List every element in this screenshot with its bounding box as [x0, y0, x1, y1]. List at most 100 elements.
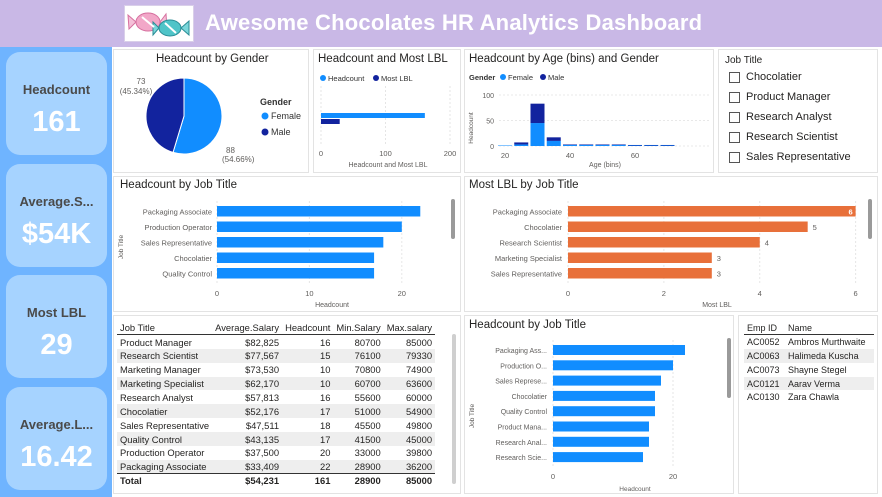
slicer-item-research-scientist[interactable]: Research Scientist — [729, 131, 838, 143]
lbl-headcount-chart[interactable]: Headcount Most LBL Headcount and Most LB… — [314, 50, 462, 174]
y-axis-title: Headcount — [468, 112, 475, 144]
x-tick-label: 0 — [566, 289, 570, 298]
y-tick-label: Product Mana... — [498, 425, 547, 432]
legend-title: Gender — [469, 73, 495, 82]
gender-chart-panel[interactable]: Headcount by Gender Gender Female Male 7… — [113, 49, 309, 173]
slicer-item-chocolatier[interactable]: Chocolatier — [729, 71, 802, 83]
lbl-job-chart-panel[interactable]: Most LBL by Job Title Most LBL 0 2 4 6 Packa… — [464, 176, 878, 312]
x-tick-label: 60 — [631, 151, 639, 160]
vertical-scrollbar[interactable] — [452, 334, 456, 484]
table-row[interactable]: AC0063 Halimeda Kuscha — [744, 348, 874, 363]
table-row[interactable]: Marketing Specialist $62,170 10 60700 63600 — [117, 376, 436, 391]
x-axis-title: Age (bins) — [589, 162, 621, 169]
table-cell: $73,530 — [245, 364, 280, 376]
age-chart-panel[interactable]: Headcount by Age (bins) and Gender Gende… — [464, 49, 714, 173]
slicer-item-product-manager[interactable]: Product Manager — [729, 91, 830, 103]
vertical-scrollbar[interactable] — [451, 199, 455, 239]
table-cell: 17 — [282, 404, 334, 419]
table-cell: Marketing Specialist — [117, 376, 213, 391]
bar-male — [611, 144, 626, 145]
job-title-bar-chart[interactable]: Job Title Headcount 0 10 20 Packaging Assoc… — [114, 177, 462, 313]
vertical-scrollbar[interactable] — [727, 338, 731, 398]
bar-headcount — [321, 113, 425, 118]
table-cell: 51000 — [333, 404, 384, 419]
x-tick-label: 4 — [758, 289, 762, 298]
job-title-slicer[interactable]: Job Title Chocolatier Product Manager Re… — [718, 49, 878, 173]
header-bar: Awesome Chocolates HR Analytics Dashboar… — [0, 0, 882, 47]
table-row[interactable]: AC0130 Zara Chawla — [744, 390, 874, 404]
kpi-value: 29 — [40, 329, 73, 361]
checkbox[interactable] — [729, 71, 740, 83]
bar-female — [628, 145, 642, 146]
column-header[interactable]: Average.Salary — [212, 321, 283, 336]
table-cell: $77,567 — [212, 348, 283, 363]
column-header[interactable]: Emp ID — [744, 321, 786, 336]
table-row[interactable]: Sales Representative $47,511 18 45500 49800 — [117, 418, 435, 432]
table-row[interactable]: Packaging Associate $33,409 22 28900 36200 — [117, 459, 436, 474]
slicer-item-research-analyst[interactable]: Research Analyst — [729, 111, 832, 123]
table-row[interactable]: Production Operator $37,500 20 33000 39800 — [117, 446, 435, 460]
y-tick-label: Production O... — [500, 363, 547, 370]
table-row[interactable]: Quality Control $43,135 17 41500 45000 — [117, 432, 436, 447]
x-axis-title: Headcount and Most LBL — [349, 162, 428, 169]
table-row[interactable]: AC0121 Aarav Verma — [744, 376, 874, 391]
checkbox[interactable] — [729, 111, 740, 123]
table-row[interactable]: AC0052 Ambros Murthwaite — [744, 335, 874, 349]
lbl-job-bar-chart[interactable]: Most LBL 0 2 4 6 Packaging Associate 6 Chocola… — [465, 177, 879, 313]
bar — [217, 252, 375, 263]
job-title-bar-chart-2[interactable]: Job Title Headcount 0 20 Packaging Ass... P… — [465, 316, 735, 495]
employee-table[interactable]: Emp ID Name AC0052 Ambros Murthwaite AC006… — [744, 321, 874, 404]
table-cell: 16 — [319, 336, 331, 348]
kpi-sidebar: Headcount 161 Average.S... $54K Most LBL… — [0, 47, 112, 497]
x-tick-label: 6 — [854, 289, 858, 298]
y-tick-label: Packaging Ass... — [495, 348, 547, 355]
table-row[interactable]: Marketing Manager $73,530 10 70800 74900 — [117, 363, 435, 377]
slicer-item-sales-representative[interactable]: Sales Representative — [729, 151, 851, 163]
bar — [217, 206, 421, 217]
male-value-label: 73 — [137, 77, 146, 86]
table-cell: 28900 — [333, 473, 384, 488]
age-gender-chart[interactable]: Gender Female Male Headcount Age (bins) … — [465, 50, 715, 174]
job-title-chart-panel[interactable]: Headcount by Job Title Job Title Headcou… — [113, 176, 461, 312]
bar-female — [595, 144, 610, 146]
data-label: 3 — [717, 254, 721, 263]
table-cell: Quality Control — [117, 432, 213, 447]
column-header[interactable]: Min.Salary — [333, 321, 384, 336]
legend-female-label: Female — [508, 73, 533, 82]
table-row[interactable]: Chocolatier $52,176 17 51000 54900 — [117, 404, 436, 419]
table-row[interactable]: AC0073 Shayne Stegel — [744, 363, 874, 377]
candy-icon — [124, 5, 194, 42]
table-cell: 161 — [282, 473, 334, 488]
job-title-chart2-panel[interactable]: Headcount by Job Title Job Title Headcou… — [464, 315, 734, 494]
checkbox[interactable] — [729, 151, 740, 163]
table-row[interactable]: Research Scientist $77,567 15 76100 79330 — [117, 348, 436, 363]
table-row[interactable]: Product Manager $82,825 16 80700 85000 — [117, 335, 435, 349]
checkbox[interactable] — [729, 131, 740, 143]
table-cell: AC0121 — [744, 376, 786, 391]
table-cell: AC0052 — [747, 337, 780, 348]
table-cell: $62,170 — [212, 376, 283, 391]
employee-table-panel[interactable]: Emp ID Name AC0052 Ambros Murthwaite AC006… — [738, 315, 878, 494]
kpi-card-most-lbl: Most LBL 29 — [6, 275, 107, 378]
column-header[interactable]: Name — [785, 321, 874, 336]
table-cell: 60700 — [333, 376, 384, 391]
vertical-scrollbar[interactable] — [868, 199, 872, 239]
y-tick-label: Quality Control — [162, 269, 212, 278]
table-cell: 18 — [319, 419, 331, 431]
table-row[interactable]: Research Analyst $57,813 16 55600 60000 — [117, 390, 435, 404]
column-header[interactable]: Max.salary — [383, 321, 436, 336]
checkbox[interactable] — [729, 91, 740, 103]
y-tick-label: Packaging Associate — [493, 207, 562, 216]
column-header[interactable]: Job Title — [117, 321, 213, 336]
kpi-label: Average.L... — [19, 417, 94, 432]
table-cell: 45000 — [383, 432, 436, 447]
lbl-headcount-panel[interactable]: Headcount and Most LBL Headcount Most LB… — [313, 49, 461, 173]
column-header[interactable]: Headcount — [282, 321, 334, 336]
table-cell: 79330 — [383, 348, 436, 363]
bar-male — [546, 137, 561, 141]
legend-headcount-marker — [320, 75, 326, 81]
y-tick-label: Quality Control — [501, 409, 548, 416]
gender-pie-chart[interactable]: Gender Female Male 73 (45.34%) 88 (54.66… — [114, 50, 310, 174]
salary-table-panel[interactable]: Job Title Average.Salary Headcount Min.S… — [113, 315, 461, 494]
salary-table[interactable]: Job Title Average.Salary Headcount Min.S… — [117, 321, 436, 488]
